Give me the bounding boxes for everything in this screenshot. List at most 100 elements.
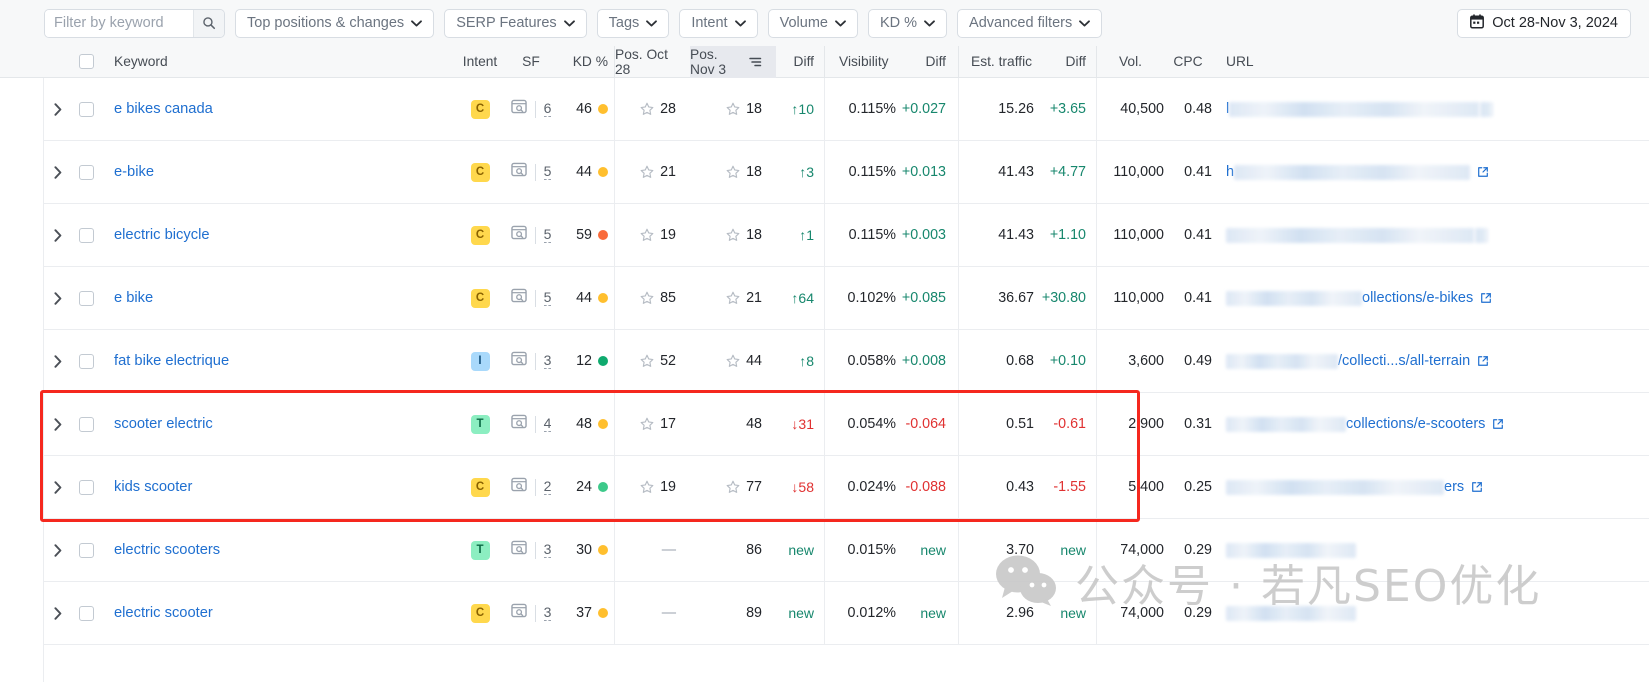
keyword-filter[interactable]: [44, 8, 225, 38]
serp-features-icon[interactable]: [510, 288, 527, 308]
sf-cell[interactable]: 3: [504, 582, 558, 644]
row-checkbox[interactable]: [78, 542, 94, 558]
row-checkbox[interactable]: [78, 416, 94, 432]
sf-count[interactable]: 3: [543, 353, 552, 369]
intent-cell[interactable]: C: [456, 582, 504, 644]
table-row[interactable]: fat bike electrique I 3 12 52 44 ↑8 0.058% +0.00…: [44, 330, 1649, 393]
col-header-sf[interactable]: SF: [504, 46, 558, 78]
row-checkbox[interactable]: [78, 353, 94, 369]
col-header-intent[interactable]: Intent: [456, 46, 504, 78]
sf-count[interactable]: 4: [543, 416, 552, 432]
intent-cell[interactable]: T: [456, 519, 504, 581]
filter-intent[interactable]: Intent: [679, 8, 758, 38]
row-expand-toggle[interactable]: [44, 456, 72, 518]
serp-features-icon[interactable]: [510, 603, 527, 623]
keyword-cell[interactable]: e-bike: [100, 141, 456, 203]
select-all-cell[interactable]: [72, 46, 100, 78]
table-row[interactable]: electric scooter C 3 37 — 89 new 0.012% new 2.96 n…: [44, 582, 1649, 645]
sf-cell[interactable]: 5: [504, 204, 558, 266]
keyword-link[interactable]: electric bicycle: [114, 227, 210, 243]
keyword-cell[interactable]: electric scooter: [100, 582, 456, 644]
kd-cell[interactable]: 30: [558, 519, 614, 581]
kd-cell[interactable]: 24: [558, 456, 614, 518]
col-header-visibility[interactable]: Visibility: [824, 45, 896, 78]
col-header-traffic[interactable]: Est. traffic: [958, 45, 1034, 78]
row-checkbox[interactable]: [78, 164, 94, 180]
row-select-cell[interactable]: [72, 204, 100, 266]
url-text[interactable]: ollections/e-bikes: [1362, 290, 1473, 306]
row-expand-toggle[interactable]: [44, 78, 72, 140]
external-link-icon[interactable]: [1471, 481, 1483, 493]
url-cell[interactable]: [1212, 519, 1649, 581]
keyword-link[interactable]: fat bike electrique: [114, 353, 229, 369]
col-header-diff-visibility[interactable]: Diff: [896, 46, 958, 78]
row-select-cell[interactable]: [72, 393, 100, 455]
table-row[interactable]: e-bike C 5 44 21 18 ↑3 0.115% +0.013 41.43 +4.77 11…: [44, 141, 1649, 204]
kd-cell[interactable]: 37: [558, 582, 614, 644]
col-header-pos-nov3[interactable]: Pos. Nov 3: [690, 45, 776, 78]
url-cell[interactable]: l: [1212, 78, 1649, 140]
intent-cell[interactable]: I: [456, 330, 504, 392]
row-checkbox[interactable]: [78, 479, 94, 495]
url-text[interactable]: /collecti...s/all-terrain: [1338, 353, 1470, 369]
sf-count[interactable]: 3: [543, 605, 552, 621]
filter-kd[interactable]: KD %: [867, 8, 948, 38]
row-checkbox[interactable]: [78, 290, 94, 306]
search-button[interactable]: [193, 9, 224, 37]
url-text[interactable]: ers: [1444, 479, 1464, 495]
row-select-cell[interactable]: [72, 456, 100, 518]
url-cell[interactable]: h: [1212, 141, 1649, 203]
row-expand-toggle[interactable]: [44, 204, 72, 266]
row-expand-toggle[interactable]: [44, 393, 72, 455]
keyword-cell[interactable]: fat bike electrique: [100, 330, 456, 392]
col-header-keyword[interactable]: Keyword: [100, 46, 456, 78]
sf-count[interactable]: 6: [543, 101, 552, 117]
row-checkbox[interactable]: [78, 101, 94, 117]
keyword-cell[interactable]: e bikes canada: [100, 78, 456, 140]
intent-cell[interactable]: C: [456, 204, 504, 266]
keyword-cell[interactable]: scooter electric: [100, 393, 456, 455]
kd-cell[interactable]: 59: [558, 204, 614, 266]
keyword-link[interactable]: scooter electric: [114, 416, 213, 432]
filter-tags[interactable]: Tags: [596, 8, 670, 38]
keyword-link[interactable]: electric scooters: [114, 542, 220, 558]
keyword-cell[interactable]: kids scooter: [100, 456, 456, 518]
date-range-picker[interactable]: Oct 28-Nov 3, 2024: [1457, 8, 1631, 38]
keyword-link[interactable]: e-bike: [114, 164, 154, 180]
serp-features-icon[interactable]: [510, 162, 527, 182]
intent-cell[interactable]: T: [456, 393, 504, 455]
intent-cell[interactable]: C: [456, 78, 504, 140]
sf-cell[interactable]: 2: [504, 456, 558, 518]
external-link-icon[interactable]: [1492, 418, 1504, 430]
filter-advanced[interactable]: Advanced filters: [957, 8, 1103, 38]
sf-cell[interactable]: 5: [504, 267, 558, 329]
external-link-icon[interactable]: [1477, 355, 1489, 367]
serp-features-icon[interactable]: [510, 477, 527, 497]
sf-count[interactable]: 3: [543, 542, 552, 558]
table-row[interactable]: e bikes canada C 6 46 28 18 ↑10 0.115% +0.027 15.…: [44, 78, 1649, 141]
serp-features-icon[interactable]: [510, 99, 527, 119]
filter-serp-features[interactable]: SERP Features: [444, 8, 587, 38]
select-all-checkbox[interactable]: [78, 54, 94, 69]
keyword-cell[interactable]: electric bicycle: [100, 204, 456, 266]
table-row[interactable]: kids scooter C 2 24 19 77 ↓58 0.024% -0.088 0.43 -…: [44, 456, 1649, 519]
url-cell[interactable]: collections/e-scooters: [1212, 393, 1649, 455]
intent-cell[interactable]: C: [456, 141, 504, 203]
url-cell[interactable]: [1212, 582, 1649, 644]
filter-top-positions[interactable]: Top positions & changes: [235, 8, 435, 38]
keyword-link[interactable]: e bike: [114, 290, 153, 306]
kd-cell[interactable]: 48: [558, 393, 614, 455]
sf-count[interactable]: 2: [543, 479, 552, 495]
intent-cell[interactable]: C: [456, 456, 504, 518]
url-cell[interactable]: [1212, 204, 1649, 266]
keyword-link[interactable]: e bikes canada: [114, 101, 213, 117]
row-expand-toggle[interactable]: [44, 519, 72, 581]
url-cell[interactable]: ers: [1212, 456, 1649, 518]
row-checkbox[interactable]: [78, 227, 94, 243]
serp-features-icon[interactable]: [510, 225, 527, 245]
kd-cell[interactable]: 12: [558, 330, 614, 392]
external-link-icon[interactable]: [1477, 166, 1489, 178]
sf-cell[interactable]: 3: [504, 330, 558, 392]
col-header-cpc[interactable]: CPC: [1164, 46, 1212, 78]
col-header-pos-oct28[interactable]: Pos. Oct 28: [614, 45, 690, 78]
